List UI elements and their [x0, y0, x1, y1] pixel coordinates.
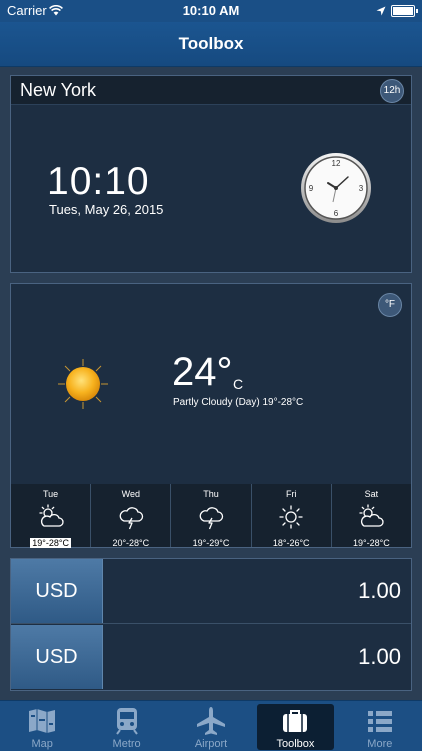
svg-text:3: 3 [359, 184, 364, 193]
currency-amount[interactable]: 1.00 [358, 644, 401, 670]
time-format-toggle[interactable]: 12h [380, 79, 404, 103]
forecast-day-name: Thu [203, 489, 219, 499]
navigation-bar: Toolbox [0, 22, 422, 67]
status-bar: Carrier 10:10 AM [0, 0, 422, 22]
world-clock-card[interactable]: New York 12h 10:10 Tues, May 26, 2015 12… [10, 75, 412, 273]
svg-text:9: 9 [309, 184, 314, 193]
forecast-day-name: Tue [43, 489, 59, 499]
more-list-icon [338, 701, 422, 738]
currency-row[interactable]: USD 1.00 [11, 559, 411, 624]
current-date: Tues, May 26, 2015 [49, 202, 164, 217]
status-time: 10:10 AM [182, 3, 240, 18]
temperature-unit: C [233, 376, 244, 392]
tab-metro[interactable]: Metro [84, 701, 168, 751]
weather-condition: Partly Cloudy (Day) 19°-28°C [173, 397, 304, 408]
tab-toolbox[interactable]: Toolbox [253, 701, 337, 751]
map-icon [0, 701, 84, 738]
tab-label: Map [31, 738, 53, 750]
digital-time: 10:10 [47, 160, 150, 203]
currency-select-button[interactable]: USD [11, 559, 103, 623]
forecast-day[interactable]: Tue 19°-28°C [11, 484, 90, 548]
currency-converter-card: USD 1.00 USD 1.00 [10, 558, 412, 691]
clock-card-header: New York 12h [11, 76, 411, 105]
city-name: New York [20, 80, 97, 100]
temperature-unit-toggle[interactable]: °F [378, 293, 402, 317]
forecast-day[interactable]: Thu 19°-29°C [170, 484, 250, 548]
tab-label: Airport [194, 738, 228, 750]
metro-icon [84, 701, 168, 738]
forecast-day[interactable]: Sat 19°-28°C [330, 484, 411, 548]
currency-amount[interactable]: 1.00 [358, 578, 401, 604]
tab-label: Toolbox [276, 738, 315, 750]
forecast-day-name: Fri [285, 489, 297, 499]
analog-clock-icon: 12 3 6 9 [300, 152, 372, 229]
page-title: Toolbox [178, 34, 244, 53]
forecast-range: 19°-29°C [192, 538, 230, 548]
partly-cloudy-icon [11, 501, 90, 533]
forecast-range: 19°-28°C [30, 538, 71, 548]
svg-text:6: 6 [334, 209, 339, 218]
tab-bar: Map Metro Airport Toolbox More [0, 700, 422, 751]
forecast-range: 20°-28°C [112, 538, 150, 548]
toolbox-icon [253, 701, 337, 738]
forecast-day[interactable]: Wed 20°-28°C [90, 484, 170, 548]
thunderstorm-icon [91, 501, 170, 533]
sun-icon [252, 501, 331, 533]
partly-cloudy-icon [332, 501, 411, 533]
sun-icon [57, 358, 109, 415]
forecast-day-name: Sat [364, 489, 379, 499]
tab-airport[interactable]: Airport [169, 701, 253, 751]
tab-more[interactable]: More [338, 701, 422, 751]
svg-text:12: 12 [332, 159, 341, 168]
battery-icon [391, 5, 418, 17]
location-arrow-icon [376, 4, 386, 19]
forecast-range: 19°-28°C [353, 538, 390, 548]
tab-label: Metro [112, 738, 141, 750]
forecast-day[interactable]: Fri 18°-26°C [250, 484, 331, 548]
forecast-strip: Tue 19°-28°C Wed 20°-28°C Thu 19°-29°C F… [11, 484, 411, 548]
tab-label: More [367, 738, 393, 750]
forecast-day-name: Wed [121, 489, 140, 499]
currency-row[interactable]: USD 1.00 [11, 625, 411, 689]
currency-select-button[interactable]: USD [11, 625, 103, 689]
weather-card[interactable]: °F 24° C Partly Cloudy (Day) 19°-28°C Tu… [10, 283, 412, 548]
forecast-range: 18°-26°C [272, 538, 310, 548]
current-temperature: 24° [172, 350, 233, 394]
airplane-icon [169, 701, 253, 738]
thunderstorm-icon [171, 501, 250, 533]
tab-map[interactable]: Map [0, 701, 84, 751]
